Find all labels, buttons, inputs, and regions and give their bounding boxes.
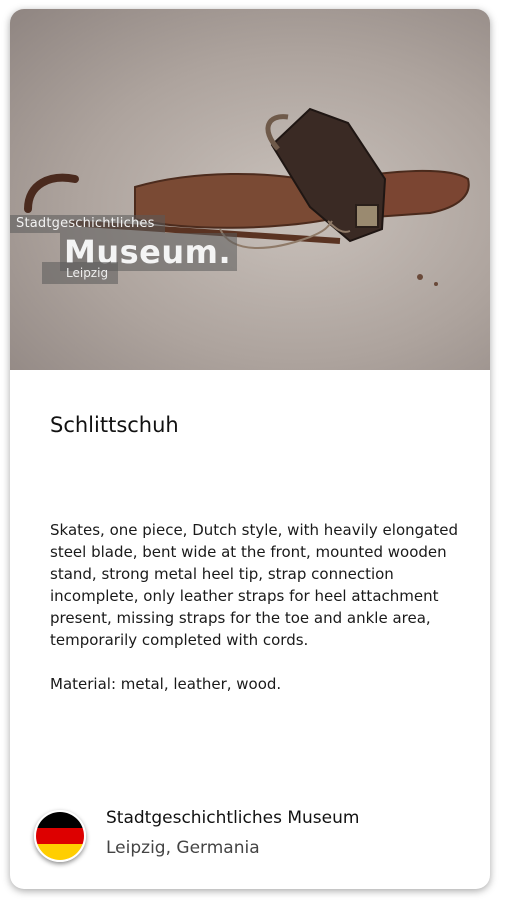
description-paragraph: Skates, one piece, Dutch style, with hea… xyxy=(50,521,458,649)
museum-footer[interactable]: Stadtgeschichtliches Museum Leipzig, Ger… xyxy=(34,807,474,867)
flag-band-black xyxy=(36,812,84,828)
skate-illustration xyxy=(24,107,470,286)
object-title: Schlittschuh xyxy=(50,413,179,437)
object-card[interactable]: Stadtgeschichtliches Museum. Leipzig Sch… xyxy=(10,9,490,889)
watermark-line-1: Stadtgeschichtliches xyxy=(10,215,165,233)
watermark-line-3: Leipzig xyxy=(42,262,119,284)
museum-name[interactable]: Stadtgeschichtliches Museum xyxy=(106,808,359,828)
object-description: Skates, one piece, Dutch style, with hea… xyxy=(50,519,460,695)
flag-band-red xyxy=(36,828,84,844)
flag-band-gold xyxy=(36,844,84,860)
germany-flag-icon xyxy=(34,810,86,862)
museum-location: Leipzig, Germania xyxy=(106,838,260,858)
material-paragraph: Material: metal, leather, wood. xyxy=(50,675,282,693)
object-photo[interactable]: Stadtgeschichtliches Museum. Leipzig xyxy=(10,9,490,370)
